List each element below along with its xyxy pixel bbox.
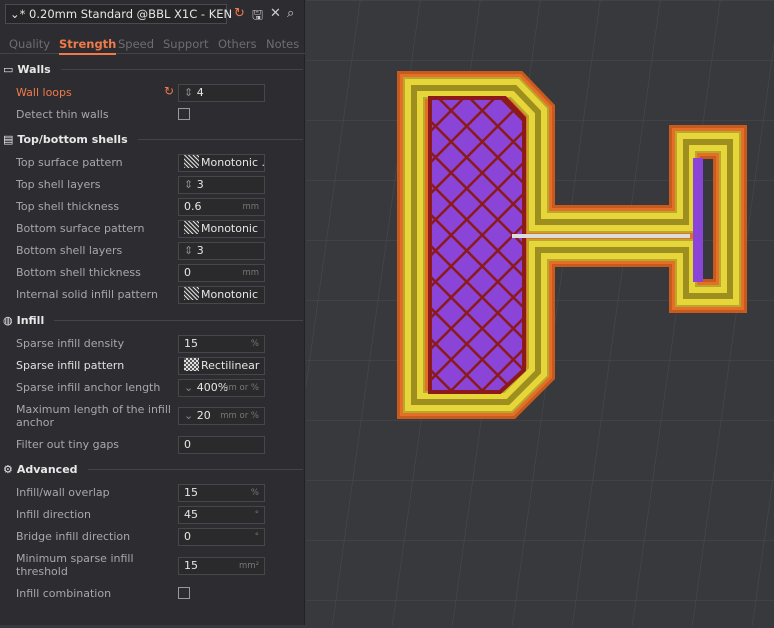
stepper-icon: ⇕ <box>184 178 197 191</box>
bottom-layers-label: Bottom shell layers <box>16 244 123 257</box>
gaps-input[interactable]: 0 <box>178 436 265 454</box>
bottom-pattern-select[interactable]: Monotonic <box>178 220 265 238</box>
top-thickness-input[interactable]: 0.6 mm <box>178 198 265 216</box>
density-label: Sparse infill density <box>16 337 125 350</box>
save-icon[interactable]: 🖫 <box>252 6 263 28</box>
rectilinear-pattern-icon <box>184 358 199 371</box>
direction-input[interactable]: 45 ° <box>178 506 265 524</box>
gaps-label: Filter out tiny gaps <box>16 438 120 451</box>
internal-pattern-label: Internal solid infill pattern <box>16 288 158 301</box>
anchor-combo[interactable]: ⌄ 400% mm or % <box>178 379 265 397</box>
pattern-select[interactable]: Rectilinear <box>178 357 265 375</box>
chevron-down-icon: ⌄ <box>184 409 197 422</box>
anchor-label: Sparse infill anchor length <box>16 381 161 394</box>
close-icon[interactable]: ✕ <box>270 6 281 21</box>
sliced-model-preview <box>306 0 774 625</box>
solid-infill <box>693 158 703 282</box>
top-pattern-select[interactable]: Monotonic ... <box>178 154 265 172</box>
min-sparse-input[interactable]: 15 mm² <box>178 557 265 575</box>
section-infill: ◍ Infill <box>3 314 303 327</box>
pattern-label: Sparse infill pattern <box>16 359 125 372</box>
preset-dropdown[interactable]: ⌄* 0.20mm Standard @BBL X1C - KEN <box>5 4 232 24</box>
bottom-pattern-label: Bottom surface pattern <box>16 222 145 235</box>
detect-thin-walls-checkbox[interactable] <box>178 108 190 120</box>
bridge-label: Bridge infill direction <box>16 530 131 543</box>
shells-icon: ▤ <box>3 133 14 146</box>
bridge-input[interactable]: 0 ° <box>178 528 265 546</box>
settings-panel: ⌄* 0.20mm Standard @BBL X1C - KEN ↻ 🖫 ✕ … <box>0 0 305 625</box>
top-layers-label: Top shell layers <box>16 178 101 191</box>
sparse-infill <box>428 96 526 394</box>
reset-icon[interactable]: ↻ <box>234 6 245 21</box>
detect-thin-walls-label: Detect thin walls <box>16 108 109 121</box>
bottom-thickness-label: Bottom shell thickness <box>16 266 141 279</box>
tab-speed[interactable]: Speed <box>118 37 154 51</box>
chevron-down-icon: ⌄ <box>184 381 197 394</box>
top-pattern-label: Top surface pattern <box>16 156 123 169</box>
section-walls: ▭ Walls <box>3 63 303 76</box>
walls-icon: ▭ <box>3 63 14 76</box>
stepper-icon: ⇕ <box>184 244 197 257</box>
wall-loops-stepper[interactable]: ⇕ 4 <box>178 84 265 102</box>
tab-notes[interactable]: Notes <box>266 37 299 51</box>
chevron-down-icon: ⌄ <box>10 7 20 21</box>
tab-strength[interactable]: Strength <box>59 37 117 55</box>
min-sparse-label: Minimum sparse infill threshold <box>16 552 134 578</box>
monotonic-pattern-icon <box>184 221 199 234</box>
bottom-thickness-input[interactable]: 0 mm <box>178 264 265 282</box>
overlap-input[interactable]: 15% <box>178 484 265 502</box>
top-layers-stepper[interactable]: ⇕ 3 <box>178 176 265 194</box>
gear-icon: ⚙ <box>3 463 13 476</box>
tab-others[interactable]: Others <box>218 37 257 51</box>
section-advanced: ⚙ Advanced <box>3 463 303 476</box>
tab-support[interactable]: Support <box>163 37 208 51</box>
section-shells: ▤ Top/bottom shells <box>3 133 303 146</box>
overlap-label: Infill/wall overlap <box>16 486 110 499</box>
tab-quality[interactable]: Quality <box>9 37 50 51</box>
top-thickness-label: Top shell thickness <box>16 200 120 213</box>
direction-label: Infill direction <box>16 508 91 521</box>
search-icon[interactable]: ⌕ <box>287 6 294 21</box>
internal-pattern-select[interactable]: Monotonic <box>178 286 265 304</box>
monotonic-pattern-icon <box>184 287 199 300</box>
stepper-icon: ⇕ <box>184 86 197 99</box>
anchor-max-combo[interactable]: ⌄ 20 mm or % <box>178 407 265 425</box>
combination-label: Infill combination <box>16 587 112 600</box>
reset-icon[interactable]: ↻ <box>164 84 174 98</box>
anchor-max-label: Maximum length of the infill anchor <box>16 403 171 429</box>
bottom-layers-stepper[interactable]: ⇕ 3 <box>178 242 265 260</box>
combination-checkbox[interactable] <box>178 587 190 599</box>
infill-icon: ◍ <box>3 314 13 327</box>
3d-preview-viewport[interactable] <box>306 0 774 625</box>
tab-bar: Quality Strength Speed Support Others No… <box>0 34 305 55</box>
wall-loops-label: Wall loops <box>16 86 72 99</box>
monotonic-pattern-icon <box>184 155 199 168</box>
density-input[interactable]: 15% <box>178 335 265 353</box>
